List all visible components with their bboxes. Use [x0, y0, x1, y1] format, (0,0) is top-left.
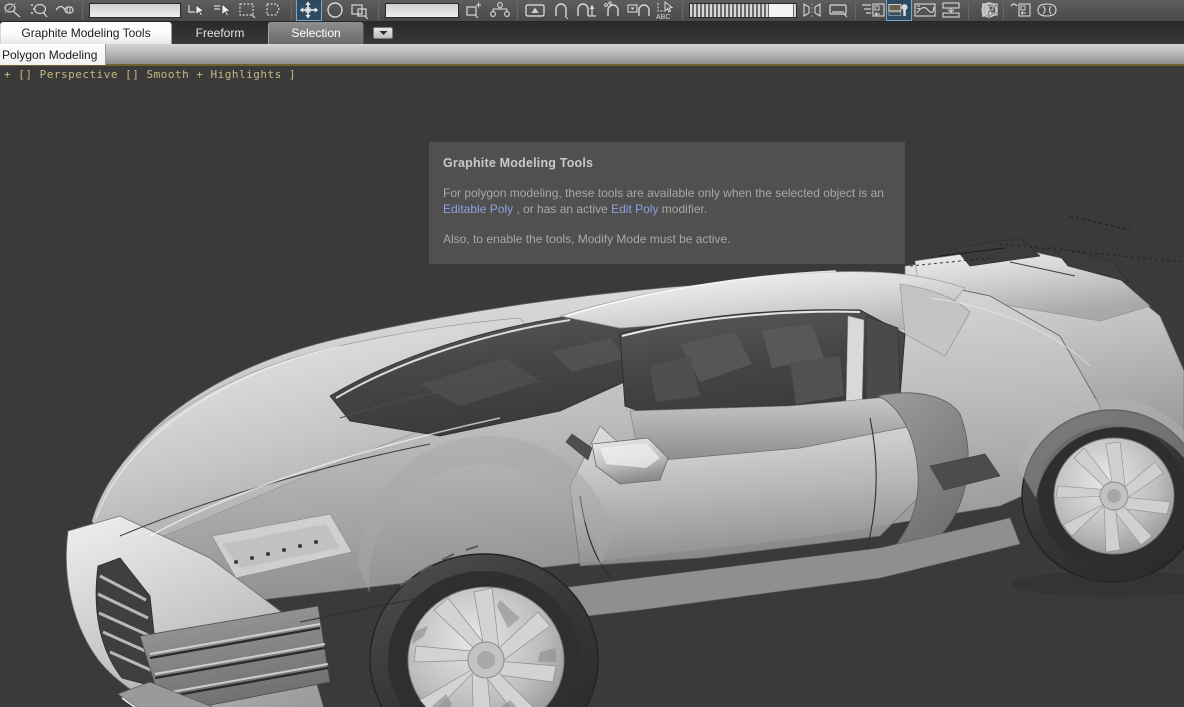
svg-text:ABC: ABC [656, 14, 670, 20]
fence-selection-region-icon[interactable] [261, 0, 287, 21]
toolbar-separator [1003, 2, 1004, 20]
viewport-3d-canvas[interactable] [0, 66, 1184, 707]
select-and-scale-icon[interactable] [348, 0, 374, 21]
toolbar-group-selection [183, 0, 287, 21]
select-and-rotate-icon[interactable] [322, 0, 348, 21]
toolbar-group-transform [296, 0, 374, 21]
render-frame-window-icon[interactable] [26, 0, 52, 21]
panel-title-polygon-modeling[interactable]: Polygon Modeling [0, 44, 107, 65]
toolbar-group-snaps: ABC [522, 0, 678, 21]
toolbar-separator [968, 2, 969, 20]
percent-snap-toggle-icon[interactable] [600, 0, 626, 21]
schematic-view-icon[interactable] [938, 0, 964, 21]
activeshade-icon[interactable] [1034, 0, 1060, 21]
tab-selection[interactable]: Selection [268, 22, 364, 44]
toolbar-group-layer [799, 0, 1060, 21]
named-selection-combo-field[interactable] [689, 3, 797, 18]
main-toolbar: ABC [0, 0, 1184, 22]
toolbar-separator [855, 2, 856, 20]
tab-label: Graphite Modeling Tools [21, 26, 151, 40]
toolbar-separator [682, 2, 683, 20]
snaps-toggle-icon[interactable] [548, 0, 574, 21]
viewport-label[interactable]: + [] Perspective [] Smooth + Highlights … [4, 68, 296, 81]
toolbar-separator [378, 2, 379, 20]
curve-editor-icon[interactable] [912, 0, 938, 21]
ribbon-tab-strip: Graphite Modeling Tools Freeform Selecti… [0, 22, 1184, 44]
select-object-icon[interactable] [183, 0, 209, 21]
render-production-icon[interactable] [52, 0, 78, 21]
select-and-manipulate-icon[interactable] [487, 0, 513, 21]
tab-graphite-modeling-tools[interactable]: Graphite Modeling Tools [0, 22, 172, 44]
mirror-icon[interactable] [799, 0, 825, 21]
field-cap [769, 4, 793, 17]
select-by-name-icon[interactable] [209, 0, 235, 21]
ribbon: Graphite Modeling Tools Freeform Selecti… [0, 22, 1184, 66]
toolbar-separator [82, 2, 83, 20]
angle-snap-toggle-icon[interactable] [574, 0, 600, 21]
panel-title-label: Polygon Modeling [2, 47, 98, 62]
tab-label: Selection [291, 26, 341, 40]
align-icon[interactable] [825, 0, 851, 21]
named-selection-sets-field[interactable] [89, 3, 181, 18]
render-setup-dialog-icon[interactable] [973, 0, 999, 21]
render-setup-icon[interactable] [0, 0, 26, 21]
reference-coordinate-system-field[interactable] [385, 3, 459, 18]
use-pivot-point-center-icon[interactable] [461, 0, 487, 21]
ribbon-panel-row: Polygon Modeling [0, 44, 1184, 66]
toolbar-separator [291, 2, 292, 20]
3ds-max-window: ABC Graphite Modeling Tools Freeform Sel… [0, 0, 1184, 707]
edit-named-selection-sets-icon[interactable]: ABC [652, 0, 678, 21]
tab-label: Freeform [195, 26, 245, 40]
rectangular-selection-region-icon[interactable] [235, 0, 261, 21]
select-and-move-icon[interactable] [296, 0, 322, 21]
keyboard-shortcut-override-icon[interactable] [522, 0, 548, 21]
material-editor-icon[interactable] [886, 0, 912, 21]
render-iterative-icon[interactable] [1008, 0, 1034, 21]
toolbar-group-render-helpers [0, 0, 78, 21]
toolbar-separator [517, 2, 518, 20]
perspective-viewport[interactable]: + [] Perspective [] Smooth + Highlights … [0, 66, 1184, 707]
layer-manager-icon[interactable] [860, 0, 886, 21]
chevron-down-icon [373, 27, 393, 39]
toolbar-group-pivot [461, 0, 513, 21]
ribbon-options-button[interactable] [364, 22, 402, 44]
tab-freeform[interactable]: Freeform [172, 22, 268, 44]
spinner-snap-toggle-icon[interactable] [626, 0, 652, 21]
